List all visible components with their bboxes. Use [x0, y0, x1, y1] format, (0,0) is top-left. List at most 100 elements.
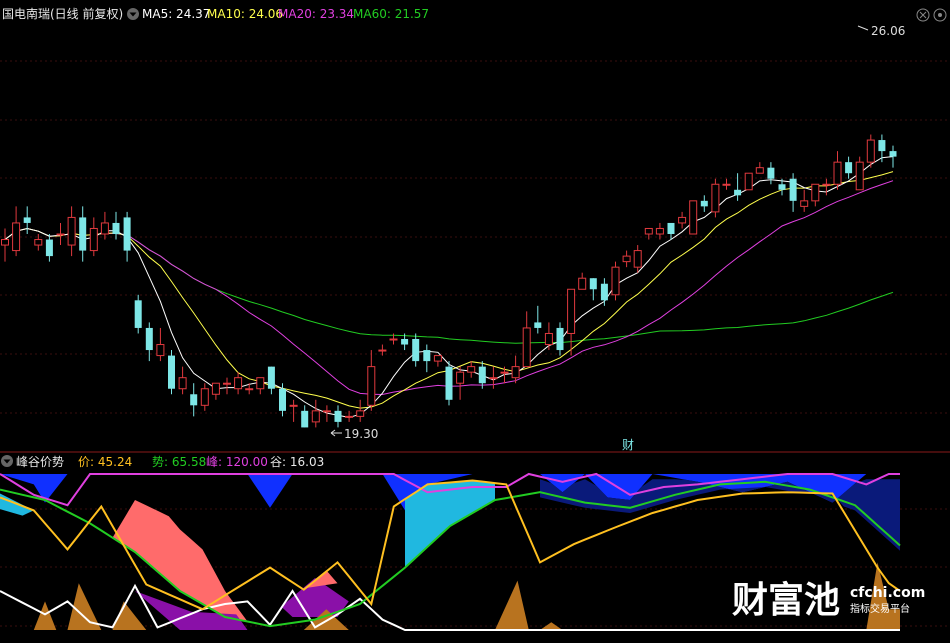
- candle-body: [56, 233, 65, 236]
- candle-body: [345, 415, 354, 418]
- trend-value-label: 势: 65.58: [152, 455, 206, 469]
- valley-value-label: 谷: 16.03: [270, 455, 324, 469]
- peak-value-label: 峰: 120.00: [206, 455, 268, 469]
- candle-body: [489, 377, 498, 380]
- candle: [456, 366, 465, 400]
- candle: [100, 211, 109, 240]
- candle: [711, 178, 720, 218]
- candle-body: [833, 161, 842, 185]
- candle: [45, 234, 53, 262]
- ma10-label: MA10: 24.06: [207, 7, 283, 21]
- indicator-header: 峰谷价势 价: 45.24 势: 65.58 峰: 120.00 谷: 16.0…: [1, 455, 324, 469]
- finance-marker[interactable]: 财: [622, 438, 634, 452]
- candle-body: [778, 184, 786, 190]
- candle: [200, 383, 209, 411]
- candle: [755, 162, 764, 174]
- candle-body: [734, 189, 742, 196]
- candle-body: [245, 388, 254, 391]
- candle-body: [511, 366, 520, 379]
- candle-body: [401, 339, 409, 345]
- watermark-brand: 财富池: [732, 579, 840, 621]
- candle: [211, 382, 220, 400]
- candle: [622, 250, 631, 268]
- candle: [12, 206, 21, 257]
- candle-body: [200, 388, 209, 406]
- candle-body: [822, 183, 831, 186]
- candle-body: [556, 327, 564, 351]
- high-annotation: 26.06: [857, 24, 905, 38]
- candle-body: [534, 322, 542, 328]
- stock-chart[interactable]: 国电南瑞(日线 前复权) MA5: 24.37 MA10: 24.06 MA20…: [0, 0, 950, 643]
- candle: [168, 350, 175, 395]
- candle: [178, 366, 187, 395]
- dropdown-icon[interactable]: [127, 8, 139, 20]
- candle-body: [644, 227, 653, 235]
- candle: [811, 183, 820, 207]
- candle-body: [322, 410, 331, 413]
- candle: [23, 206, 31, 234]
- candle: [511, 355, 520, 384]
- candle-body: [855, 161, 864, 191]
- candle-body: [67, 216, 76, 246]
- candle: [56, 222, 65, 246]
- close-icon[interactable]: [916, 8, 930, 22]
- candle: [34, 234, 43, 251]
- candle: [655, 222, 664, 240]
- candle: [600, 278, 608, 306]
- candle-body: [267, 366, 275, 389]
- candle: [633, 245, 642, 273]
- candle-body: [467, 366, 476, 373]
- candle-body: [456, 371, 465, 384]
- candle: [367, 350, 376, 411]
- candle: [89, 217, 98, 257]
- candle-body: [234, 377, 243, 390]
- candle: [845, 156, 853, 179]
- candle-body: [45, 239, 53, 257]
- candle-body: [223, 382, 231, 385]
- candle: [423, 344, 431, 373]
- candle-body: [655, 227, 664, 235]
- candle-body: [23, 217, 31, 223]
- candle-body: [389, 338, 398, 341]
- candle-body: [168, 355, 175, 389]
- candle-body: [211, 382, 220, 395]
- candle-body: [279, 388, 286, 411]
- candle: [689, 200, 698, 235]
- candle-body: [811, 183, 820, 202]
- candle: [878, 134, 886, 163]
- candle: [190, 383, 198, 417]
- candle: [744, 172, 753, 191]
- indicator-dropdown-icon[interactable]: [1, 455, 13, 467]
- candle-body: [567, 288, 576, 334]
- candle: [67, 206, 76, 257]
- candle-body: [500, 371, 509, 374]
- candle: [378, 344, 387, 356]
- candle: [611, 261, 620, 301]
- candle: [445, 361, 453, 406]
- candle-body: [589, 278, 597, 290]
- candle: [567, 288, 576, 356]
- candle-body: [478, 366, 486, 384]
- candle-body: [633, 250, 642, 268]
- settings-icon[interactable]: [933, 8, 947, 22]
- ma20-label: MA20: 23.34: [278, 7, 354, 21]
- candle-body: [522, 327, 531, 368]
- candle-body: [256, 377, 265, 390]
- candle-body: [622, 255, 631, 263]
- price-value-label: 价: 45.24: [78, 455, 132, 469]
- candle-body: [301, 410, 309, 428]
- candle: [412, 333, 420, 367]
- kline-header: 国电南瑞(日线 前复权) MA5: 24.37 MA10: 24.06 MA20…: [2, 6, 947, 22]
- candle-body: [289, 404, 298, 407]
- candle: [722, 178, 731, 190]
- candle-body: [800, 200, 809, 207]
- candle-body: [767, 167, 775, 179]
- candle-body: [378, 349, 387, 352]
- candle-body: [145, 327, 153, 351]
- candle: [334, 405, 342, 428]
- candle-body: [356, 410, 365, 417]
- indicator-name: 峰谷价势: [16, 455, 64, 469]
- candle-body: [34, 239, 43, 246]
- candle-body: [134, 300, 142, 328]
- candle-body: [744, 172, 753, 191]
